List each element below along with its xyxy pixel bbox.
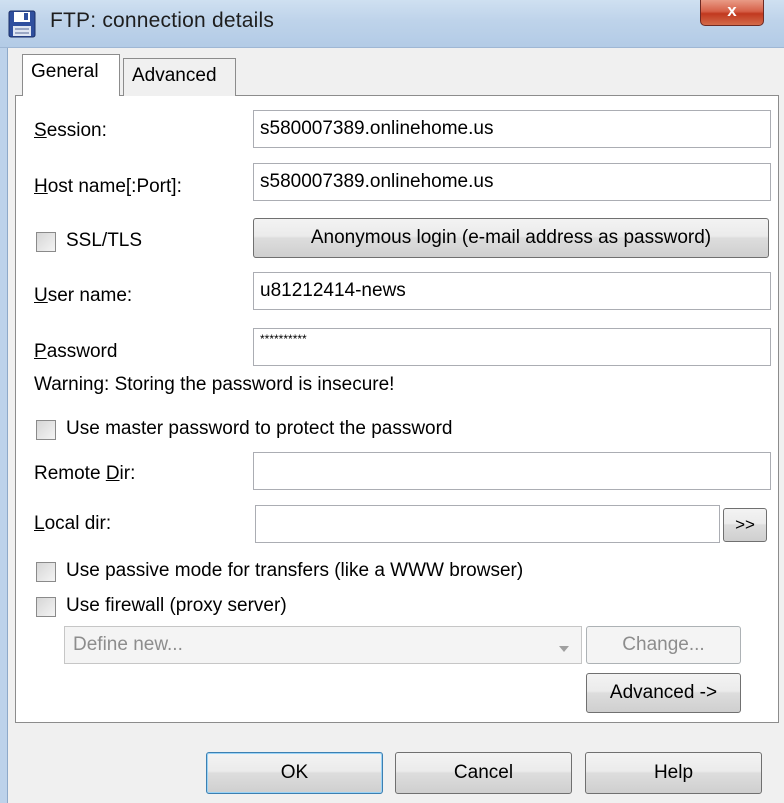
passive-mode-label: Use passive mode for transfers (like a W… — [66, 560, 524, 581]
password-warning: Warning: Storing the password is insecur… — [34, 374, 395, 395]
window-frame-left — [0, 48, 8, 803]
change-button[interactable]: Change... — [586, 626, 741, 664]
session-input[interactable]: s580007389.onlinehome.us — [253, 110, 771, 148]
master-password-checkbox[interactable] — [36, 420, 56, 440]
window-title: FTP: connection details — [50, 9, 275, 32]
tab-advanced[interactable]: Advanced — [123, 58, 236, 96]
proxy-select-value: Define new... — [73, 634, 183, 655]
chevron-down-icon — [557, 639, 571, 652]
host-input[interactable]: s580007389.onlinehome.us — [253, 163, 771, 201]
master-password-label: Use master password to protect the passw… — [66, 418, 453, 439]
passive-mode-checkbox[interactable] — [36, 562, 56, 582]
host-label: Host name[:Port]: — [34, 176, 182, 197]
proxy-select[interactable]: Define new... — [64, 626, 582, 664]
session-label: Session: — [34, 120, 107, 141]
ssl-checkbox[interactable] — [36, 232, 56, 252]
ok-button[interactable]: OK — [206, 752, 383, 794]
help-button[interactable]: Help — [585, 752, 762, 794]
local-dir-input[interactable] — [255, 505, 720, 543]
advanced-button[interactable]: Advanced -> — [586, 673, 741, 713]
tab-general[interactable]: General — [22, 54, 120, 96]
firewall-checkbox[interactable] — [36, 597, 56, 617]
remote-dir-label: Remote Dir: — [34, 463, 136, 484]
close-button[interactable]: x — [700, 0, 764, 26]
local-dir-label: Local dir: — [34, 513, 112, 534]
floppy-disk-icon — [8, 10, 36, 38]
close-icon: x — [727, 1, 737, 20]
firewall-label: Use firewall (proxy server) — [66, 595, 287, 616]
user-name-input[interactable]: u81212414-news — [253, 272, 771, 310]
browse-local-dir-button[interactable]: >> — [723, 508, 767, 542]
remote-dir-input[interactable] — [253, 452, 771, 490]
user-name-label: User name: — [34, 285, 133, 306]
password-input[interactable]: ********** — [253, 328, 771, 366]
anonymous-login-button[interactable]: Anonymous login (e-mail address as passw… — [253, 218, 769, 258]
cancel-button[interactable]: Cancel — [395, 752, 572, 794]
ssl-label: SSL/TLS — [66, 230, 143, 251]
password-label: Password — [34, 341, 118, 362]
